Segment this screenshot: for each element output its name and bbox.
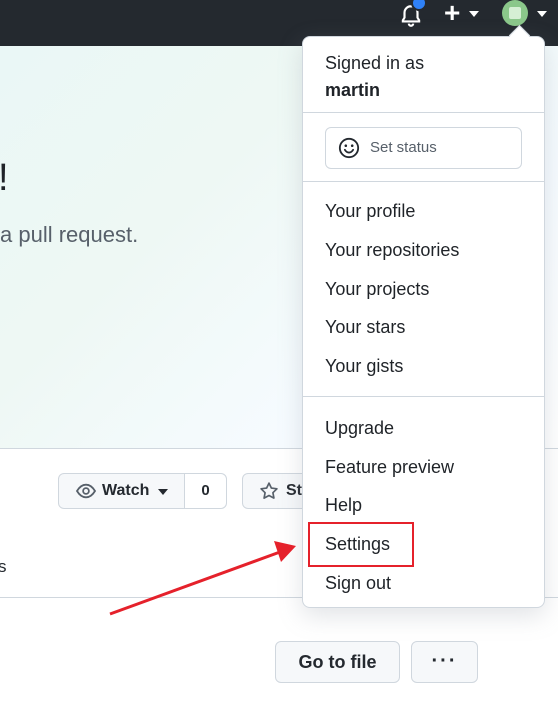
menu-item-feature-preview[interactable]: Feature preview	[325, 457, 454, 478]
menu-item-your-repositories[interactable]: Your repositories	[325, 240, 459, 261]
chevron-down-icon	[158, 489, 168, 495]
watch-button[interactable]: Watch	[59, 474, 185, 508]
tab-label-partial[interactable]: s	[0, 557, 7, 577]
menu-item-your-projects[interactable]: Your projects	[325, 279, 429, 300]
hero-subtitle: a pull request.	[0, 222, 139, 247]
go-to-file-button[interactable]: Go to file	[275, 641, 400, 683]
plus-icon[interactable]: +	[444, 0, 468, 27]
avatar[interactable]	[502, 0, 528, 26]
chevron-down-icon[interactable]	[537, 11, 547, 17]
menu-item-help[interactable]: Help	[325, 495, 362, 516]
hero-title: !	[0, 157, 9, 200]
highlight-box	[308, 522, 414, 567]
set-status-button[interactable]: Set status	[325, 127, 522, 169]
chevron-down-icon[interactable]	[469, 11, 479, 17]
eye-icon	[75, 483, 97, 499]
more-options-button[interactable]: ···	[411, 641, 478, 683]
menu-divider	[303, 181, 544, 182]
signed-in-label: Signed in as	[325, 53, 425, 73]
watch-count[interactable]: 0	[185, 474, 226, 508]
watch-button-group: Watch 0	[58, 473, 227, 509]
watch-label: Watch	[102, 482, 150, 499]
star-icon	[260, 482, 278, 499]
menu-item-upgrade[interactable]: Upgrade	[325, 418, 394, 439]
set-status-label: Set status	[370, 139, 437, 156]
signed-in-username: martin	[325, 80, 381, 100]
menu-item-your-stars[interactable]: Your stars	[325, 317, 405, 338]
smiley-icon	[338, 137, 360, 159]
menu-item-your-profile[interactable]: Your profile	[325, 201, 415, 222]
menu-divider	[303, 396, 544, 397]
menu-divider	[303, 112, 544, 113]
menu-item-sign-out[interactable]: Sign out	[325, 573, 391, 594]
redaction-blur	[390, 74, 430, 106]
menu-item-your-gists[interactable]: Your gists	[325, 356, 403, 377]
